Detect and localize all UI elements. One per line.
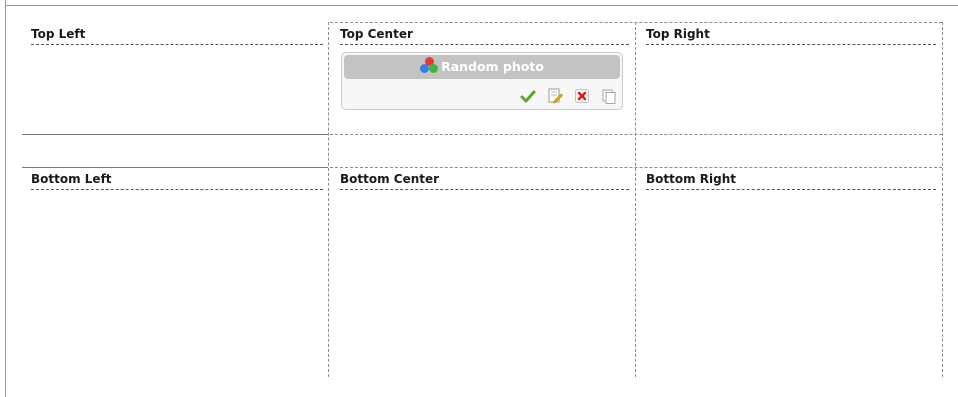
col-separator-right bbox=[942, 22, 943, 377]
bottom-zone-top-border bbox=[22, 167, 328, 168]
bottom-zone-top-border-right bbox=[330, 167, 942, 168]
zone-title-top-left: Top Left bbox=[31, 27, 86, 41]
colored-balls-icon bbox=[420, 56, 439, 75]
top-zone-border bbox=[330, 22, 942, 23]
widget-toolbar bbox=[514, 85, 617, 104]
top-left-bottom-border bbox=[22, 134, 328, 135]
layout-frame-left bbox=[5, 0, 6, 397]
zone-title-bottom-right: Bottom Right bbox=[646, 172, 737, 186]
zone-underline-top-left bbox=[31, 44, 323, 45]
layout-frame-top bbox=[5, 5, 958, 6]
zone-underline-bottom-right bbox=[646, 189, 936, 190]
copy-icon[interactable] bbox=[601, 88, 617, 104]
top-right-bottom-border bbox=[330, 134, 942, 135]
zone-underline-top-right bbox=[646, 44, 936, 45]
zone-title-bottom-left: Bottom Left bbox=[31, 172, 112, 186]
zone-underline-bottom-left bbox=[31, 189, 323, 190]
widget-title: Random photo bbox=[441, 59, 544, 74]
zone-title-top-center: Top Center bbox=[340, 27, 413, 41]
zone-title-bottom-center: Bottom Center bbox=[340, 172, 440, 186]
delete-icon[interactable] bbox=[574, 88, 590, 104]
col-separator-1 bbox=[328, 22, 329, 377]
check-icon[interactable] bbox=[520, 88, 536, 104]
col-separator-2 bbox=[635, 22, 636, 377]
zone-underline-top-center bbox=[340, 44, 629, 45]
edit-icon[interactable] bbox=[547, 88, 563, 104]
random-photo-widget[interactable]: Random photo bbox=[341, 52, 623, 110]
zone-title-top-right: Top Right bbox=[646, 27, 710, 41]
zone-underline-bottom-center bbox=[340, 189, 629, 190]
widget-header[interactable]: Random photo bbox=[344, 55, 620, 79]
